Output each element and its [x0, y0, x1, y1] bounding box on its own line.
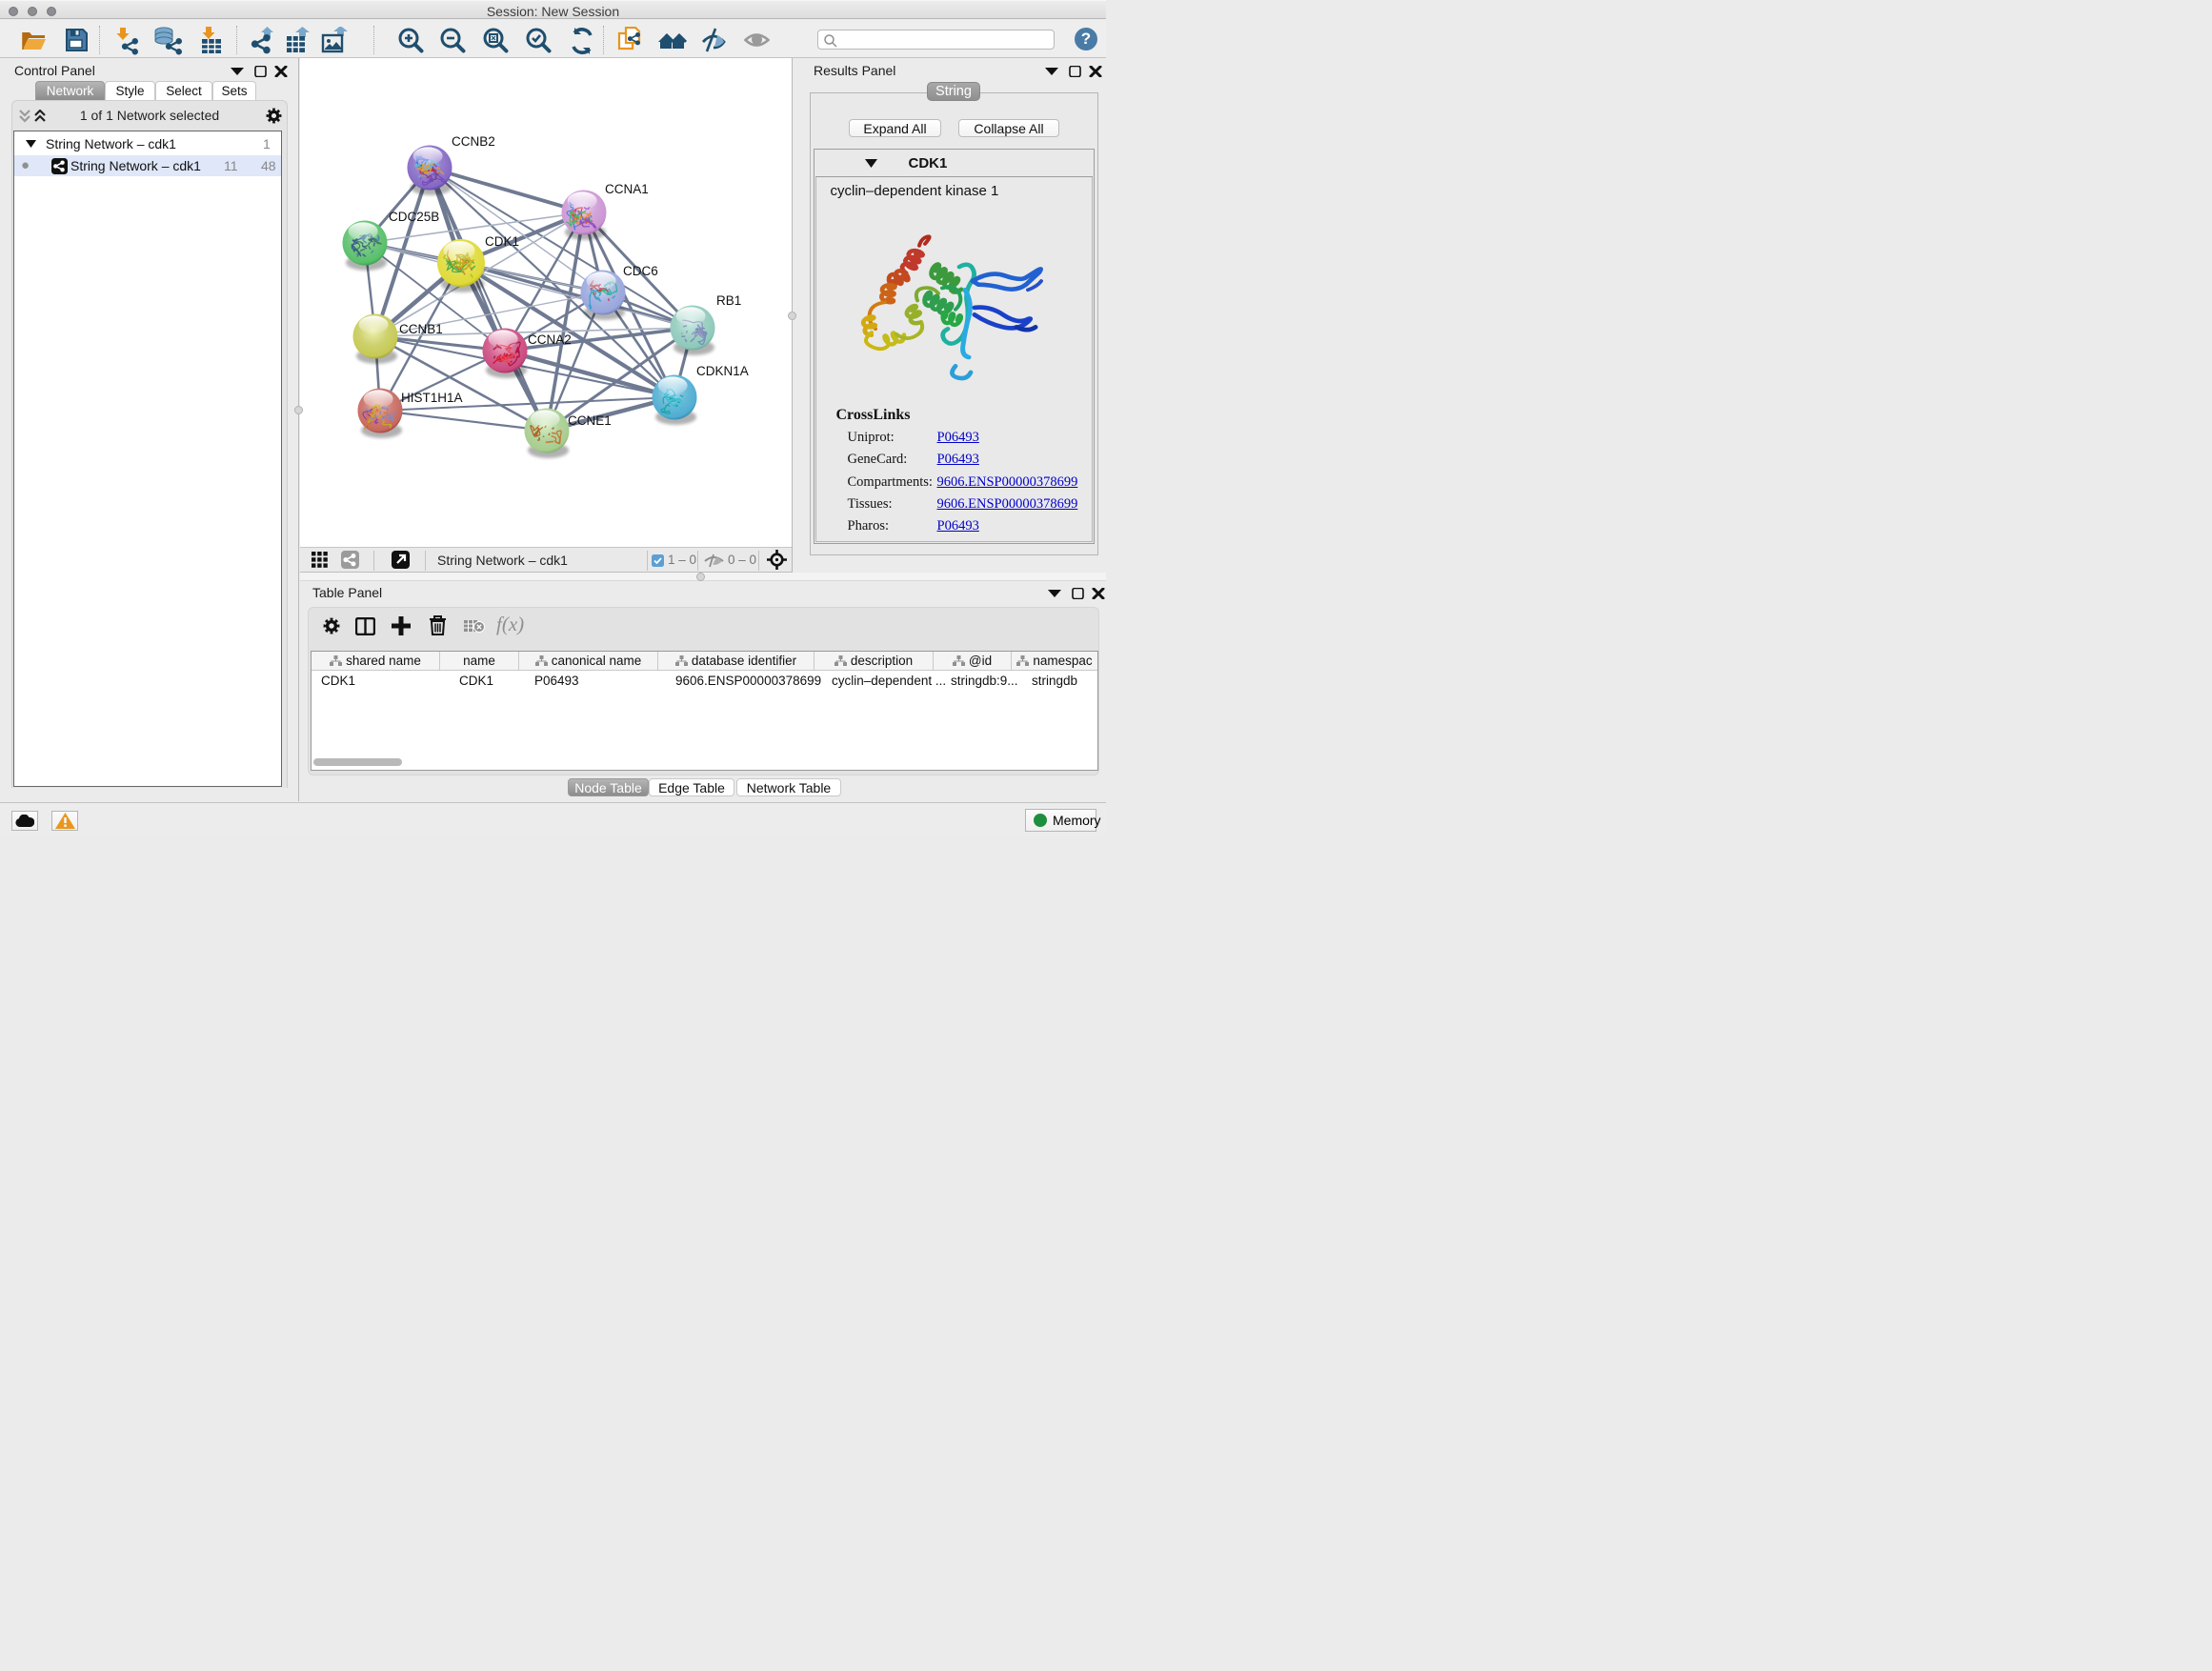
svg-text:CDK1: CDK1 [485, 234, 519, 249]
svg-text:CDKN1A: CDKN1A [696, 364, 749, 378]
svg-text:CDC6: CDC6 [623, 264, 658, 278]
svg-text:CCNA2: CCNA2 [528, 332, 572, 347]
svg-text:CCNE1: CCNE1 [568, 413, 612, 428]
svg-text:CCNB1: CCNB1 [399, 322, 443, 336]
svg-text:HIST1H1A: HIST1H1A [401, 391, 463, 405]
svg-text:CCNB2: CCNB2 [452, 134, 495, 149]
svg-text:RB1: RB1 [716, 293, 741, 308]
svg-text:CDC25B: CDC25B [389, 210, 439, 224]
svg-text:CCNA1: CCNA1 [605, 182, 649, 196]
